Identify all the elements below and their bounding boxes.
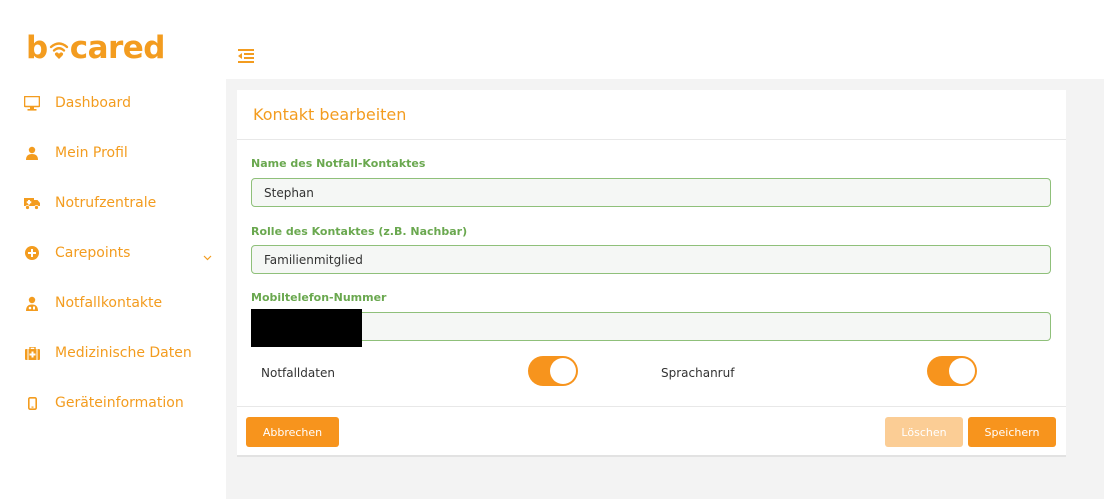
sprachanruf-label: Sprachanruf bbox=[661, 366, 735, 380]
toggle-knob bbox=[550, 358, 576, 384]
cancel-button[interactable]: Abbrechen bbox=[246, 417, 339, 447]
sidebar-item-carepoints[interactable]: Carepoints bbox=[0, 228, 226, 278]
sidebar-toggle-icon[interactable] bbox=[238, 48, 254, 63]
sidebar-item-label: Geräteinformation bbox=[55, 395, 184, 411]
contact-name-input[interactable] bbox=[251, 178, 1051, 207]
contact-role-input[interactable] bbox=[251, 245, 1051, 274]
plus-circle-icon bbox=[24, 245, 40, 261]
chevron-down-icon[interactable] bbox=[203, 246, 212, 265]
notfalldaten-label: Notfalldaten bbox=[261, 366, 335, 380]
sidebar-item-label: Notfallkontakte bbox=[55, 295, 163, 311]
sidebar-item-dashboard[interactable]: Dashboard bbox=[0, 78, 226, 128]
sidebar-item-medizinische-daten[interactable]: Medizinische Daten bbox=[0, 328, 226, 378]
sidebar-nav: Dashboard Mein Profil Notrufzentrale Car… bbox=[0, 78, 226, 428]
sidebar-item-notfallkontakte[interactable]: Notfallkontakte bbox=[0, 278, 226, 328]
phone-field-label: Mobiltelefon-Nummer bbox=[251, 291, 387, 304]
notfalldaten-toggle[interactable] bbox=[528, 356, 578, 386]
sidebar: b cared Dashboard Mein Profil Notrufzent… bbox=[0, 0, 226, 499]
delete-button[interactable]: Löschen bbox=[885, 417, 963, 447]
logo-suffix: cared bbox=[69, 30, 166, 66]
sidebar-item-label: Mein Profil bbox=[55, 145, 128, 161]
save-button[interactable]: Speichern bbox=[968, 417, 1056, 447]
sidebar-item-label: Notrufzentrale bbox=[55, 195, 157, 211]
medkit-icon bbox=[24, 345, 40, 361]
name-field-label: Name des Notfall-Kontaktes bbox=[251, 157, 426, 170]
sidebar-item-label: Carepoints bbox=[55, 245, 131, 261]
mobile-icon bbox=[24, 395, 40, 411]
ambulance-icon bbox=[24, 195, 40, 211]
brand-logo[interactable]: b cared bbox=[26, 30, 166, 66]
sprachanruf-toggle[interactable] bbox=[927, 356, 977, 386]
edit-contact-card: Kontakt bearbeiten Name des Notfall-Kont… bbox=[237, 90, 1066, 457]
sidebar-item-geraeteinformation[interactable]: Geräteinformation bbox=[0, 378, 226, 428]
role-field-label: Rolle des Kontaktes (z.B. Nachbar) bbox=[251, 225, 468, 238]
sidebar-item-mein-profil[interactable]: Mein Profil bbox=[0, 128, 226, 178]
logo-prefix: b bbox=[26, 30, 48, 66]
page-title: Kontakt bearbeiten bbox=[253, 105, 407, 124]
wifi-heart-icon bbox=[49, 36, 69, 60]
sidebar-item-label: Medizinische Daten bbox=[55, 345, 192, 361]
redacted-phone-number bbox=[251, 309, 362, 347]
user-md-icon bbox=[24, 295, 40, 311]
user-icon bbox=[24, 145, 40, 161]
mobile-phone-input[interactable] bbox=[251, 312, 1051, 341]
monitor-icon bbox=[24, 95, 40, 111]
sidebar-item-label: Dashboard bbox=[55, 95, 131, 111]
toggle-knob bbox=[949, 358, 975, 384]
card-header: Kontakt bearbeiten bbox=[237, 90, 1066, 140]
sidebar-item-notrufzentrale[interactable]: Notrufzentrale bbox=[0, 178, 226, 228]
card-footer-divider bbox=[237, 406, 1066, 407]
top-bar bbox=[226, 26, 1104, 79]
